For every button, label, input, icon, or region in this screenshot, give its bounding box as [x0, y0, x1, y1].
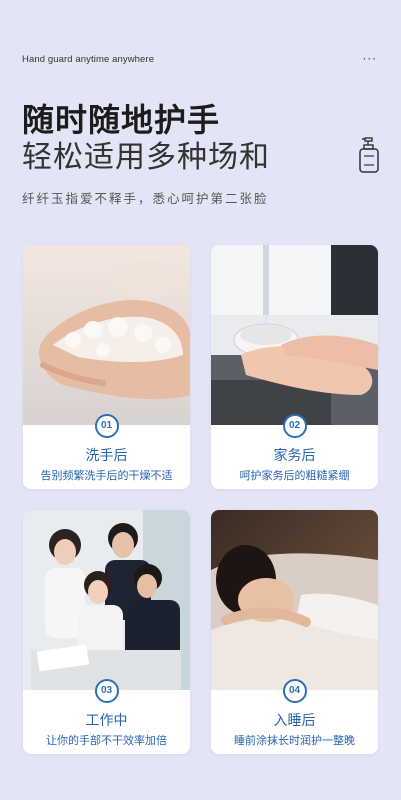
- step-number-badge: 01: [94, 414, 119, 438]
- tagline: Hand guard anytime anywhere: [22, 54, 155, 65]
- page-subtitle: 纤纤玉指爱不释手，悉心呵护第二张脸: [22, 191, 269, 206]
- card-title: 入睡后: [273, 713, 316, 729]
- hand-washing-photo: [23, 245, 190, 425]
- step-number-badge: 04: [282, 679, 307, 703]
- scenario-card-sleep[interactable]: 04 入睡后 睡前涂抹长时润护一整晚: [211, 510, 378, 754]
- top-bar: Hand guard anytime anywhere ···: [22, 52, 379, 68]
- step-number-badge: 02: [282, 414, 307, 438]
- step-number-badge: 03: [94, 679, 119, 703]
- lotion-bottle-icon: [359, 137, 379, 173]
- card-description: 告别频繁洗手后的干燥不适: [40, 469, 173, 482]
- scenario-card-work[interactable]: 03 工作中 让你的手部不干效率加倍: [23, 510, 190, 754]
- card-description: 呵护家务后的粗糙紧绷: [239, 469, 350, 482]
- card-title: 洗手后: [85, 448, 128, 464]
- card-description: 睡前涂抹长时润护一整晚: [234, 734, 355, 747]
- more-icon[interactable]: ···: [363, 52, 377, 66]
- page-title-line2: 轻松适用多种场和: [22, 140, 270, 175]
- sleeping-photo: [211, 510, 378, 690]
- card-title: 工作中: [85, 713, 128, 729]
- card-description: 让你的手部不干效率加倍: [46, 734, 167, 747]
- scenario-card-wash[interactable]: 01 洗手后 告别频繁洗手后的干燥不适: [23, 245, 190, 489]
- card-title: 家务后: [273, 448, 316, 464]
- page-title: 随时随地护手: [22, 101, 221, 139]
- office-team-photo: [23, 510, 190, 690]
- dishwashing-photo: [211, 245, 378, 425]
- scenario-card-housework[interactable]: 02 家务后 呵护家务后的粗糙紧绷: [211, 245, 378, 489]
